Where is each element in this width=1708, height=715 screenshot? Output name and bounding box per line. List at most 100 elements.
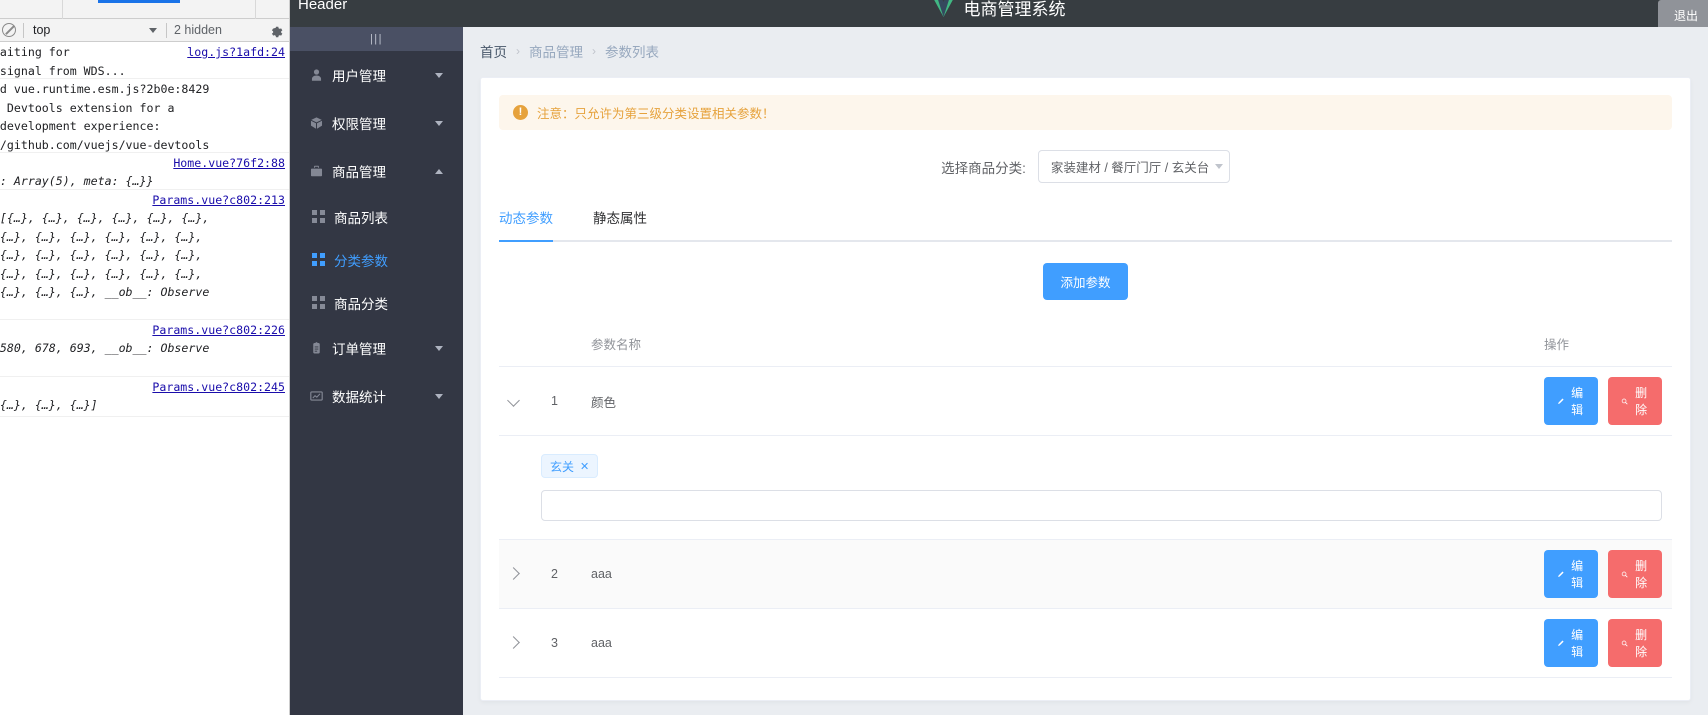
table-row: 2 aaa 编辑 删除 [499,539,1672,609]
devtools-panel: top 2 hidden log.js?1afd:24 R] Waiting f… [0,0,290,715]
header-brand: 电商管理系统 [933,0,1066,20]
console-source-link[interactable]: Params.vue?c802:213 [152,191,285,210]
console-message-text: 31) [{…}, {…}, {…}, {…}, {…}, {…}, …}, {… [0,211,210,299]
chevron-right-icon: › [592,44,596,58]
sidebar-item-label: 分类参数 [334,253,388,269]
edit-button-label: 编辑 [1571,628,1584,659]
row-index: 2 [541,539,581,609]
console-source-link[interactable]: log.js?1afd:24 [187,43,285,62]
pencil-icon [1558,640,1564,646]
console-message: Home.vue?76f2:88 data: Array(5), meta: {… [0,153,289,190]
tab-dynamic-params[interactable]: 动态参数 [499,207,553,242]
delete-button[interactable]: 删除 [1607,619,1662,667]
table-row: 3 aaa 编辑 删除 [499,608,1672,678]
console-source-link[interactable]: Params.vue?c802:245 [152,378,285,397]
pencil-icon [1558,571,1564,577]
tab-static-attributes[interactable]: 静态属性 [593,207,647,240]
gear-icon[interactable] [268,23,283,38]
warning-alert: ! 注意：只允许为第三级分类设置相关参数！ [499,95,1672,130]
sidebar-item-goods-categories[interactable]: 商品分类 [290,281,463,324]
table-header-operations: 操作 [1533,321,1672,367]
new-tag-input[interactable] [541,490,1662,521]
sidebar-item-category-params[interactable]: 分类参数 [290,238,463,281]
clipboard-icon [310,341,332,355]
chevron-down-icon[interactable] [507,394,520,407]
sidebar-collapse-toggle[interactable]: ||| [290,27,463,51]
edit-button[interactable]: 编辑 [1543,619,1598,667]
console-message: Params.vue?c802:226 3) [580, 678, 693, _… [0,320,289,377]
row-operations: 编辑 删除 [1533,539,1672,609]
console-message-text: nload vue.runtime.esm.js?2b0e:8429 Vue D… [0,82,210,152]
console-message: Params.vue?c802:213 31) [{…}, {…}, {…}, … [0,190,289,320]
cascader-label: 选择商品分类: [941,160,1026,176]
row-param-name: aaa [581,539,1534,609]
add-param-row: 添加参数 [499,263,1672,300]
sidebar-item-rights-management[interactable]: 权限管理 [290,99,463,147]
console-message: log.js?1afd:24 R] Waiting for ate signal… [0,42,289,79]
console-message-text: 3) [{…}, {…}, {…}] [0,398,98,412]
row-index: 3 [541,608,581,678]
row-param-name: aaa [581,608,1534,678]
chevron-down-icon [435,72,443,78]
devtools-console-toolbar: top 2 hidden [0,19,289,42]
category-selector-row: 选择商品分类: 家装建材 / 餐厅门厅 / 玄关台 [499,150,1672,183]
console-log-list[interactable]: log.js?1afd:24 R] Waiting for ate signal… [0,42,289,417]
expanded-detail-cell: 玄关 ✕ [499,435,1672,540]
sidebar-item-user-management[interactable]: 用户管理 [290,51,463,99]
delete-button-label: 删除 [1635,628,1648,659]
console-source-link[interactable]: Home.vue?76f2:88 [173,154,285,173]
table-header-param-name: 参数名称 [581,321,1534,367]
expanded-detail-row: 玄关 ✕ [499,435,1672,540]
chevron-right-icon: › [516,44,520,58]
sidebar: ||| 用户管理 权限管理 商品管理 商品列表 分类参数 商品分类 订单管理 数… [290,27,463,715]
trash-icon [1621,571,1628,578]
divider [23,22,24,38]
chevron-right-icon[interactable] [507,636,520,649]
breadcrumb-item-home[interactable]: 首页 [480,41,507,61]
sidebar-item-label: 商品分类 [334,296,388,312]
expand-cell[interactable] [499,608,541,678]
edit-button[interactable]: 编辑 [1543,377,1598,425]
chevron-down-icon [1215,164,1224,169]
sidebar-item-goods-list[interactable]: 商品列表 [290,195,463,238]
expand-cell[interactable] [499,539,541,609]
breadcrumb-item-goods[interactable]: 商品管理 [529,41,583,61]
close-icon[interactable]: ✕ [580,460,589,473]
expand-cell[interactable] [499,366,541,436]
sidebar-item-order-management[interactable]: 订单管理 [290,324,463,372]
warning-icon: ! [513,105,528,120]
console-context-selector[interactable]: top [31,23,159,37]
chevron-right-icon[interactable] [507,567,520,580]
sidebar-item-label: 权限管理 [332,117,386,132]
add-param-button[interactable]: 添加参数 [1043,263,1128,300]
row-operations: 编辑 删除 [1533,608,1672,678]
params-card: ! 注意：只允许为第三级分类设置相关参数！ 选择商品分类: 家装建材 / 餐厅门… [480,77,1691,701]
grid-icon [312,253,334,266]
edit-button-label: 编辑 [1571,386,1584,417]
trash-icon [1621,640,1628,647]
tab-divider [255,0,256,19]
user-icon [310,68,332,82]
console-source-link[interactable]: Params.vue?c802:226 [152,321,285,340]
console-message: Params.vue?c802:245 3) [{…}, {…}, {…}] [0,377,289,417]
pencil-icon [1558,398,1564,404]
active-tab-indicator [98,0,180,3]
vue-logo-icon [933,0,955,17]
console-message: nload vue.runtime.esm.js?2b0e:8429 Vue D… [0,79,289,153]
param-tag[interactable]: 玄关 ✕ [541,454,599,478]
divider [166,22,167,38]
sidebar-item-goods-management[interactable]: 商品管理 [290,147,463,195]
header-overlay-label: Header [298,0,348,13]
sidebar-item-data-statistics[interactable]: 数据统计 [290,372,463,420]
hidden-messages-label[interactable]: 2 hidden [174,23,222,37]
delete-button[interactable]: 删除 [1607,377,1662,425]
row-operations: 编辑 删除 [1533,366,1672,436]
edit-button[interactable]: 编辑 [1543,550,1598,598]
delete-button[interactable]: 删除 [1607,550,1662,598]
row-param-name: 颜色 [581,366,1534,436]
chevron-down-icon [149,27,157,33]
console-message-text: 3) [580, 678, 693, __ob__: Observe ] [0,341,210,355]
category-cascader[interactable]: 家装建材 / 餐厅门厅 / 玄关台 [1037,150,1230,183]
no-entry-icon[interactable] [2,23,16,37]
devtools-tabstrip [0,0,289,19]
